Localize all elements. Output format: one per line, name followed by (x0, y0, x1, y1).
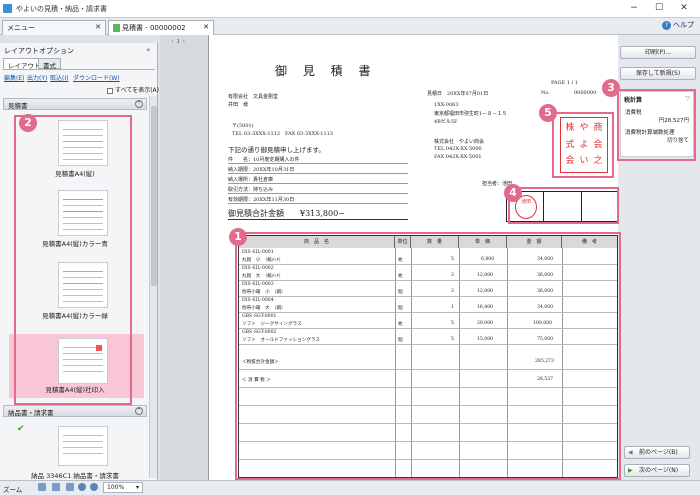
import-link[interactable]: 取込(I) (50, 73, 68, 82)
customer-attn: 井田 様 (228, 102, 249, 108)
section-estimate[interactable]: 見積書 ^ (3, 98, 147, 110)
issuer-zip: 1XX-0063 (434, 102, 459, 108)
highlight-stamp (508, 187, 619, 224)
help-icon: ? (662, 21, 671, 30)
window-title: やよいの見積・納品・請求書 (16, 5, 107, 13)
divider (3, 69, 155, 70)
minimize-icon[interactable]: − (625, 2, 643, 15)
app-icon (3, 4, 12, 13)
chevron-up-icon: ^ (135, 407, 143, 415)
thumbnail-label: 納品 3346C1 納品書・請求書 (31, 472, 119, 480)
callout-badge-4: 4 (504, 184, 522, 202)
estimate-date: 見積日 20XX年07月01日 (427, 91, 489, 97)
issuer-address2: 4Bビル5F (434, 119, 458, 125)
fit-width-icon[interactable] (52, 483, 60, 491)
show-all-checkbox[interactable]: すべてを表示(A) (107, 85, 159, 94)
output-link[interactable]: 出力(Y) (27, 73, 47, 82)
callout-badge-3: 3 (602, 79, 620, 97)
scroll-thumb[interactable] (151, 106, 157, 286)
download-link[interactable]: ダウンロード(W) (73, 73, 120, 82)
ruler: ・ 1 ・ (170, 39, 187, 45)
prev-page-button[interactable]: ◀ 前のページ(B) (624, 446, 690, 459)
callout-badge-5: 5 (539, 104, 557, 122)
panel-title: レイアウトオプション (4, 47, 74, 55)
check-icon: ✔ (17, 424, 25, 434)
highlight-tax (617, 89, 696, 161)
panel-scrollbar[interactable] (149, 96, 157, 478)
doc-title: 御 見 積 書 (275, 64, 377, 78)
chevron-up-icon: ^ (135, 100, 143, 108)
callout-badge-2: 2 (19, 114, 37, 132)
section-delivery-invoice[interactable]: 納品書・請求書 ^ (3, 405, 147, 417)
issuer-name: 株式会社 やよい商会 (434, 139, 485, 145)
meta-method: 取引方法：持ち込み (228, 186, 408, 194)
meta-place: 納入場所：貴社倉庫 (228, 176, 408, 184)
customer-company: 有限会社 文具金剛堂 (228, 94, 279, 100)
save-new-button[interactable]: 保存して新規(S) (620, 67, 696, 80)
highlight-layouts (14, 115, 132, 405)
arrow-right-icon: ▶ (628, 467, 633, 474)
maximize-icon[interactable]: ☐ (650, 2, 668, 15)
tab-estimate[interactable]: 見積書 - 00000002 ✕ (108, 20, 214, 35)
page-number: PAGE 1 / 1 (551, 80, 578, 86)
highlight-table (235, 232, 621, 480)
total-amount: 御見積合計金額 ¥313,800− (228, 208, 408, 220)
arrow-left-icon: ◀ (628, 449, 633, 456)
document-icon (113, 24, 120, 32)
zoom-label: ズーム (3, 486, 23, 494)
greeting: 下記の通り御見積申し上げます。 (228, 146, 325, 154)
issuer-tel: TEL 042X-XX-5000 (434, 146, 482, 152)
meta-deadline: 納入期限：20XX年10月31日 (228, 166, 408, 174)
estimate-no: 0000000 (574, 90, 597, 96)
chevron-down-icon: ▾ (135, 484, 139, 491)
issuer-fax: FAX 042X-XX-5001 (434, 154, 482, 160)
meta-subject: 件 名：10月度定期購入の件 (228, 156, 408, 164)
subtab-format[interactable]: 書式 (38, 58, 61, 70)
customer-tel: TEL 03-3XXX-1112 FAX 03-3XXX-1113 (232, 131, 333, 137)
checkbox-icon (107, 87, 113, 94)
close-icon[interactable]: ✕ (675, 2, 693, 15)
issuer-address: 東京都福田市弥生町1－８－１５ (434, 111, 508, 117)
highlight-seal (552, 112, 614, 178)
zoom-in-icon[interactable] (78, 483, 86, 491)
zoom-out-icon[interactable] (90, 483, 98, 491)
zoom-select[interactable]: 100% ▾ (103, 482, 143, 493)
close-tab-icon[interactable]: ✕ (203, 23, 209, 31)
print-button[interactable]: 印刷(P)... (620, 46, 696, 59)
meta-expiry: 有効期限：20XX年11月30日 (228, 196, 408, 204)
customer-zip: 〒(5001) (232, 123, 254, 129)
tab-bar: メニュー ✕ 見積書 - 00000002 ✕ ? ヘルプ (0, 18, 700, 35)
title-bar: やよいの見積・納品・請求書 − ☐ ✕ (0, 0, 700, 18)
close-tab-icon[interactable]: ✕ (95, 23, 101, 31)
thumbnail-delivery[interactable] (58, 426, 108, 466)
next-page-button[interactable]: ▶ 次のページ(N) (624, 464, 690, 477)
help-link[interactable]: ? ヘルプ (662, 20, 694, 30)
edit-link[interactable]: 編集(E) (4, 73, 24, 82)
collapse-panel-icon[interactable]: « (146, 46, 150, 54)
fit-page-icon[interactable] (66, 483, 74, 491)
page-view-icon[interactable] (38, 483, 46, 491)
tab-menu[interactable]: メニュー ✕ (2, 20, 106, 35)
callout-badge-1: 1 (229, 228, 247, 246)
estimate-no-label: No. (541, 90, 550, 96)
